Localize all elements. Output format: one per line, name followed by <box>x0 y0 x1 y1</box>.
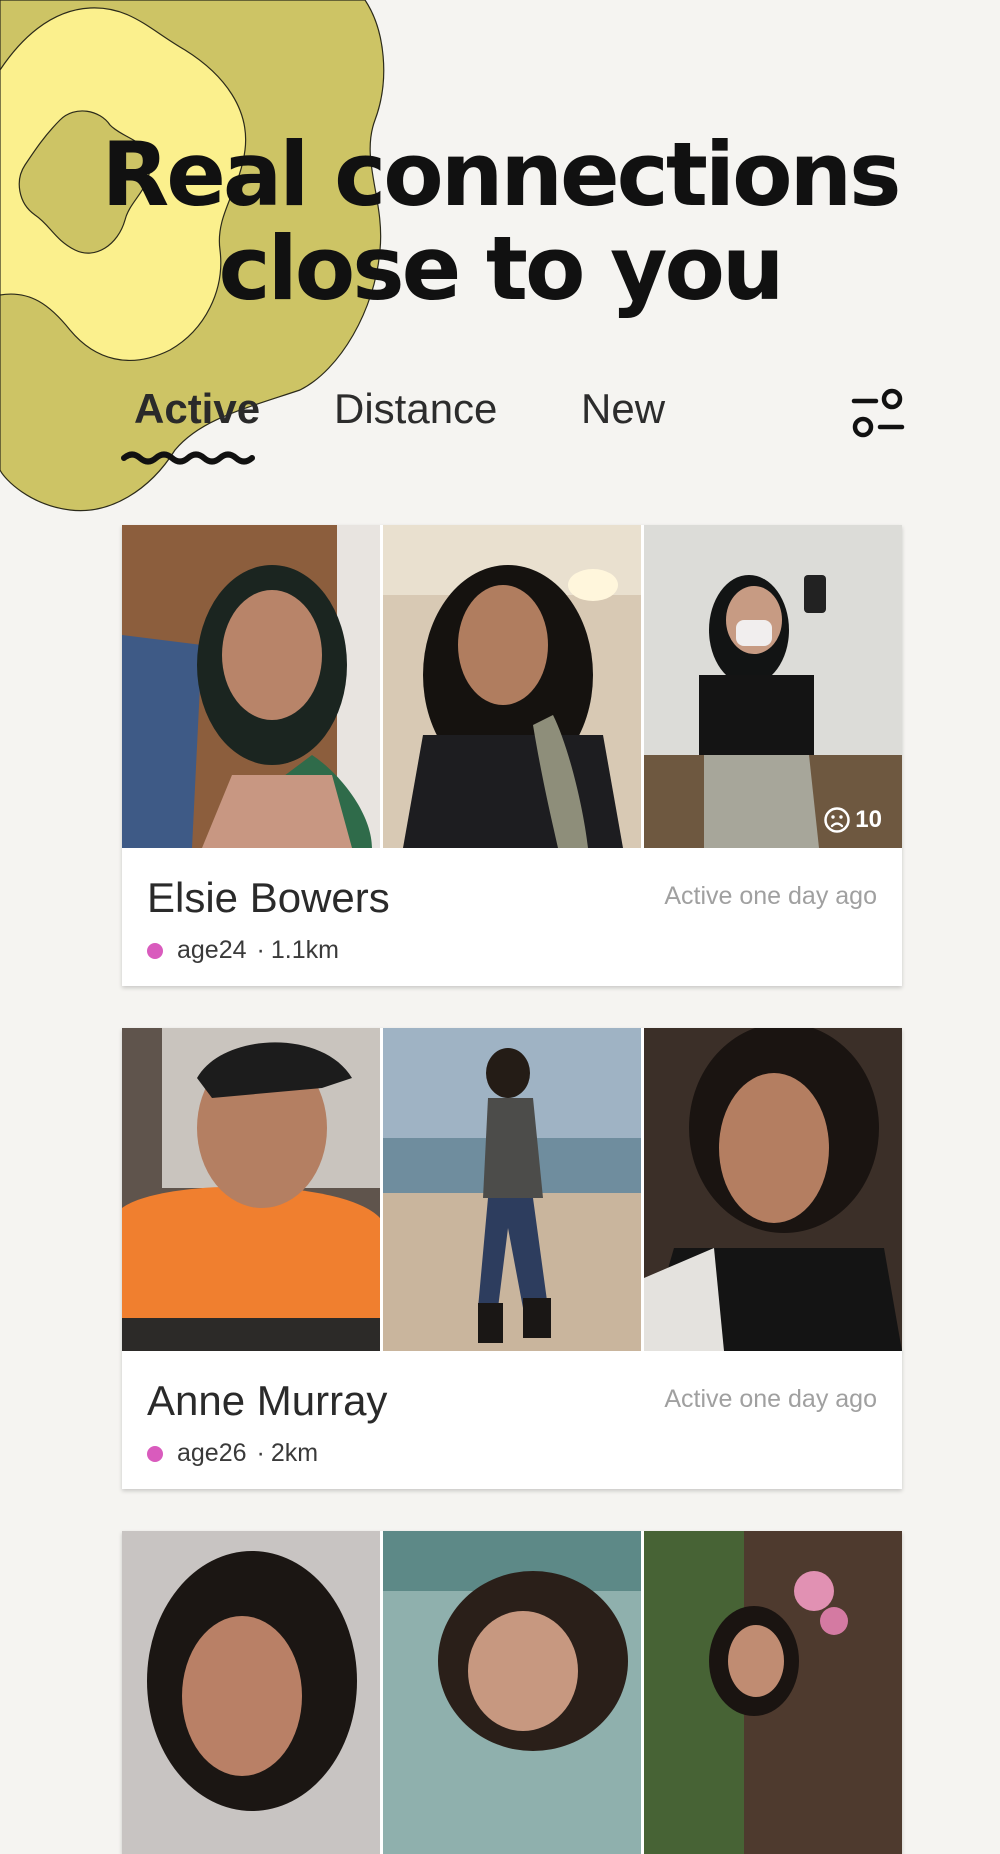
profile-photo[interactable] <box>122 525 380 848</box>
profile-age: age26 <box>177 1439 247 1467</box>
profile-photo[interactable] <box>122 1028 380 1351</box>
profile-photo[interactable] <box>644 1531 902 1854</box>
profile-photo[interactable] <box>383 1028 641 1351</box>
photo-placeholder <box>122 525 380 848</box>
photo-placeholder <box>383 1028 641 1351</box>
profile-info: Elsie Bowers Active one day ago age24 · … <box>122 848 902 986</box>
tab-active[interactable]: Active <box>134 385 260 433</box>
meta-separator: · <box>256 936 265 964</box>
tab-distance[interactable]: Distance <box>334 385 497 433</box>
profile-photo[interactable] <box>122 1531 380 1854</box>
profile-info: Anne Murray Active one day ago age26 · 2… <box>122 1351 902 1489</box>
profile-meta: age24 · 1.1km <box>147 936 339 965</box>
profile-name: Elsie Bowers <box>147 874 390 921</box>
photo-placeholder <box>644 1531 902 1854</box>
photo-count-badge: 10 <box>823 806 882 834</box>
profile-card[interactable]: Anne Murray Active one day ago age26 · 2… <box>122 1028 902 1489</box>
photo-placeholder <box>383 1531 641 1854</box>
profile-meta: age26 · 2km <box>147 1439 318 1468</box>
active-tab-wavy-underline <box>121 451 255 465</box>
hero-title: Real connections close to you <box>0 128 1000 316</box>
tab-new[interactable]: New <box>581 385 665 433</box>
profile-photos <box>122 1531 902 1854</box>
profile-distance: 1.1km <box>270 936 339 964</box>
hero-title-line-1: Real connections <box>101 123 901 226</box>
meta-separator: · <box>256 1439 265 1467</box>
photo-placeholder <box>644 1028 902 1351</box>
profile-card[interactable] <box>122 1531 902 1854</box>
last-active-text: Active one day ago <box>664 882 877 910</box>
profile-photo[interactable] <box>644 1028 902 1351</box>
profile-age: age24 <box>177 936 247 964</box>
profile-distance: 2km <box>270 1439 319 1467</box>
photo-placeholder <box>122 1531 380 1854</box>
photo-placeholder <box>644 525 902 848</box>
filter-sliders-icon[interactable] <box>850 385 906 441</box>
last-active-text: Active one day ago <box>664 1385 877 1413</box>
profile-photo[interactable] <box>383 525 641 848</box>
hero-title-line-2: close to you <box>218 217 784 320</box>
sad-face-icon <box>824 807 851 833</box>
profile-photo[interactable] <box>383 1531 641 1854</box>
photo-placeholder <box>383 525 641 848</box>
online-status-dot <box>147 942 163 959</box>
photo-placeholder <box>122 1028 380 1351</box>
online-status-dot <box>147 1445 163 1462</box>
profile-photo[interactable]: 10 <box>644 525 902 848</box>
profile-card[interactable]: 10 Elsie Bowers Active one day ago age24… <box>122 525 902 986</box>
profile-photos: 10 <box>122 525 902 848</box>
profile-name: Anne Murray <box>147 1377 388 1424</box>
photo-count: 10 <box>855 806 882 833</box>
profile-photos <box>122 1028 902 1351</box>
